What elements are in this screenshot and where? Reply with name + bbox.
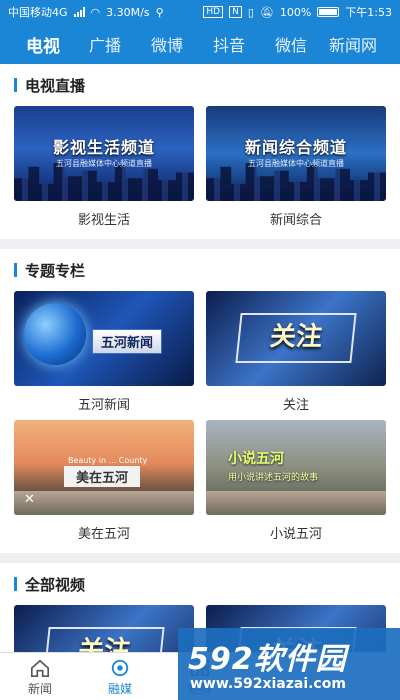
beauty-wuhe-thumbnail: Beauty in ... County 美在五河 ✕: [14, 420, 194, 515]
water-graphic: [206, 491, 386, 515]
topic-card-wuhe-news[interactable]: 五河新闻 五河新闻: [14, 291, 194, 413]
thumb-label: 关注: [43, 627, 165, 652]
close-icon: ✕: [24, 492, 35, 507]
guanzhu-thumbnail: 关注: [206, 291, 386, 386]
usb-icon: ⚲: [155, 5, 164, 19]
topic-card-novel-wuhe[interactable]: 小说五河 用小说讲述五河的故事 小说五河: [206, 420, 386, 542]
section-accent-bar: [14, 78, 17, 92]
thumb-subtitle: 用小说讲述五河的故事: [228, 473, 319, 483]
mute-icon: 🔕︎: [259, 5, 274, 19]
section-title: 电视直播: [25, 76, 86, 95]
tab-radio[interactable]: 广播: [74, 32, 136, 56]
topic-card-beauty-wuhe[interactable]: Beauty in ... County 美在五河 ✕ 美在五河: [14, 420, 194, 542]
thumb-label: 关注: [235, 313, 357, 363]
thumb-title: 新闻综合频道: [244, 138, 347, 157]
tab-tv[interactable]: 电视: [12, 32, 74, 57]
clock: 下午1:53: [345, 6, 392, 19]
card-caption: 美在五河: [77, 527, 130, 542]
watermark-url: www.592xiazai.com: [190, 676, 346, 692]
live-card-film-life[interactable]: 影视生活频道 五河县融媒体中心频道直播 影视生活: [14, 106, 194, 228]
topic-card-guanzhu[interactable]: 关注 关注: [206, 291, 386, 413]
nfc-icon: N: [229, 6, 242, 18]
nav-label: 融媒: [107, 681, 132, 696]
card-caption: 新闻综合: [269, 213, 322, 228]
film-life-thumbnail: 影视生活频道 五河县融媒体中心频道直播: [14, 106, 194, 201]
watermark-logo: 592软件园: [188, 642, 347, 677]
battery-percent: 100%: [279, 5, 312, 19]
video-thumbnail: 关注: [14, 605, 194, 652]
thumb-label: 五河新闻: [92, 329, 163, 354]
section-title: 专题专栏: [25, 261, 86, 280]
water-graphic: [14, 491, 194, 515]
news-thumbnail: 新闻综合频道 五河县融媒体中心频道直播: [206, 106, 386, 201]
vibrate-icon: ▯: [247, 5, 254, 19]
card-caption: 关注: [282, 398, 309, 413]
video-card[interactable]: 关注: [14, 605, 194, 652]
section-topics: 专题专栏 五河新闻 五河新闻 关注 关注 Beauty in ... Count…: [0, 249, 400, 553]
hd-icon: HD: [203, 6, 224, 18]
thumb-label: 美在五河: [64, 466, 141, 487]
tab-douyin[interactable]: 抖音: [198, 32, 260, 56]
section-header: 电视直播: [14, 74, 386, 96]
site-watermark: 592软件园 www.592xiazai.com: [178, 628, 400, 700]
novel-wuhe-thumbnail: 小说五河 用小说讲述五河的故事: [206, 420, 386, 515]
section-accent-bar: [14, 577, 17, 591]
signal-icon: [73, 7, 85, 17]
section-accent-bar: [14, 263, 17, 277]
tab-news-site[interactable]: 新闻网: [322, 32, 384, 56]
wuhe-news-thumbnail: 五河新闻: [14, 291, 194, 386]
section-header: 专题专栏: [14, 259, 386, 281]
thumb-label: 小说五河: [228, 451, 284, 467]
nav-label: 新闻: [27, 681, 52, 696]
home-icon: [31, 659, 49, 677]
card-caption: 影视生活: [77, 213, 130, 228]
carrier-label: 中国移动4G: [8, 6, 68, 19]
card-caption: 五河新闻: [77, 398, 130, 413]
nav-news[interactable]: 新闻: [0, 653, 80, 700]
globe-graphic: [24, 303, 86, 365]
channel-tabs: 电视 广播 微博 抖音 微信 新闻网: [0, 24, 400, 64]
media-icon: [111, 659, 129, 676]
battery-icon: [317, 7, 340, 17]
wifi-icon: ◠: [90, 5, 101, 19]
section-title: 全部视频: [25, 575, 86, 594]
live-card-news[interactable]: 新闻综合频道 五河县融媒体中心频道直播 新闻综合: [206, 106, 386, 228]
status-bar: 中国移动4G ◠ 3.30M/s ⚲ HD N ▯ 🔕︎ 100% 下午1:53: [0, 0, 400, 24]
thumb-title: 影视生活频道: [52, 138, 155, 157]
nav-media[interactable]: 融媒: [80, 653, 160, 700]
tab-wechat[interactable]: 微信: [260, 32, 322, 56]
thumb-subtitle: 五河县融媒体中心频道直播: [248, 159, 344, 168]
tab-weibo[interactable]: 微博: [136, 32, 198, 56]
section-header: 全部视频: [14, 573, 386, 595]
card-caption: 小说五河: [269, 527, 322, 542]
thumb-subtitle: 五河县融媒体中心频道直播: [56, 159, 152, 168]
section-live-tv: 电视直播 影视生活频道 五河县融媒体中心频道直播 影视生活 新闻综合频道 五河县…: [0, 64, 400, 239]
network-speed: 3.30M/s: [106, 5, 150, 19]
main-content[interactable]: 电视直播 影视生活频道 五河县融媒体中心频道直播 影视生活 新闻综合频道 五河县…: [0, 64, 400, 652]
thumb-subtitle: Beauty in ... County: [68, 456, 148, 465]
